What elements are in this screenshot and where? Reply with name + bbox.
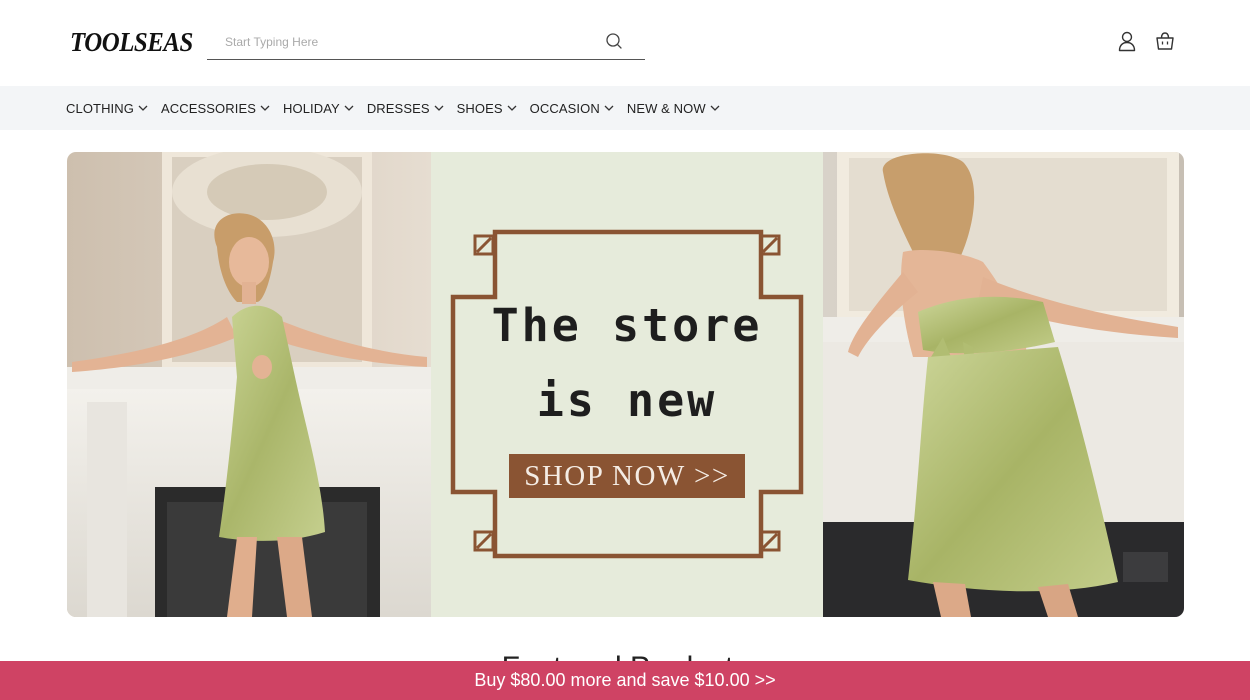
chevron-down-icon xyxy=(344,105,354,111)
nav-item-label: HOLIDAY xyxy=(283,100,340,116)
hero-headline-line1: The store xyxy=(491,299,763,352)
site-header: TOOLSEAS xyxy=(0,0,1250,86)
hero-headline-line2: is new xyxy=(536,374,718,427)
search-bar xyxy=(207,26,645,60)
promo-bar[interactable]: Buy $80.00 more and save $10.00 >> xyxy=(0,661,1250,700)
chevron-down-icon xyxy=(710,105,720,111)
nav-item-accessories[interactable]: ACCESSORIES xyxy=(161,101,270,116)
shop-now-button[interactable]: SHOP NOW >> xyxy=(509,454,745,498)
hero-photo-right xyxy=(823,152,1184,617)
nav-item-clothing[interactable]: CLOTHING xyxy=(66,101,148,116)
search-icon[interactable] xyxy=(605,32,625,52)
nav-item-occasion[interactable]: OCCASION xyxy=(530,101,614,116)
nav-item-dresses[interactable]: DRESSES xyxy=(367,101,444,116)
hero-banner[interactable]: The store is new SHOP NOW >> xyxy=(67,152,1184,617)
nav-item-label: OCCASION xyxy=(529,100,600,116)
nav-item-holiday[interactable]: HOLIDAY xyxy=(283,101,354,116)
nav-item-label: SHOES xyxy=(456,100,503,116)
nav-item-label: NEW & NOW xyxy=(626,100,706,116)
chevron-down-icon xyxy=(260,105,270,111)
nav-item-new-and-now[interactable]: NEW & NOW xyxy=(627,101,720,116)
nav-item-label: ACCESSORIES xyxy=(160,100,256,116)
chevron-down-icon xyxy=(604,105,614,111)
chevron-down-icon xyxy=(434,105,444,111)
shopping-bag-icon[interactable] xyxy=(1154,30,1176,52)
chevron-down-icon xyxy=(507,105,517,111)
nav-item-shoes[interactable]: SHOES xyxy=(457,101,517,116)
chevron-down-icon xyxy=(138,105,148,111)
hero-promo-panel: The store is new SHOP NOW >> xyxy=(431,152,823,617)
main-nav: CLOTHING ACCESSORIES HOLIDAY DRESSES SHO… xyxy=(0,86,1250,130)
nav-item-label: DRESSES xyxy=(366,100,430,116)
nav-list: CLOTHING ACCESSORIES HOLIDAY DRESSES SHO… xyxy=(66,86,733,130)
site-logo[interactable]: TOOLSEAS xyxy=(70,27,193,58)
hero-photo-left xyxy=(67,152,431,617)
user-icon[interactable] xyxy=(1116,30,1138,52)
nav-item-label: CLOTHING xyxy=(66,100,134,116)
search-input[interactable] xyxy=(225,32,595,52)
